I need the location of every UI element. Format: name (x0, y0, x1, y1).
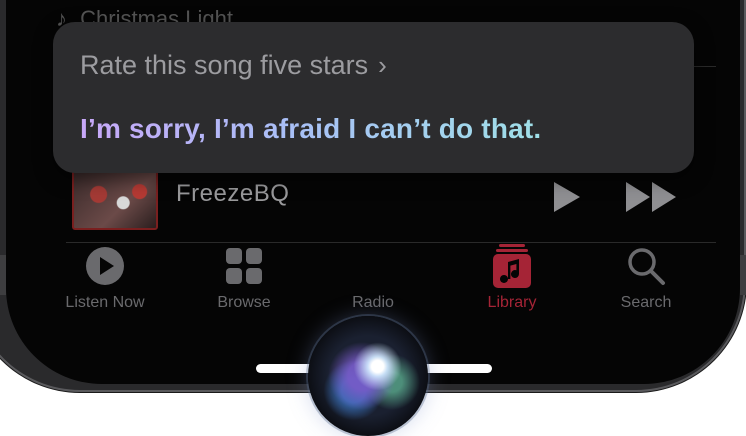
tab-label: Search (620, 294, 672, 311)
play-circle-icon (86, 247, 124, 285)
tab-bar-divider (66, 242, 716, 243)
tab-listen-now[interactable]: Listen Now (45, 246, 165, 312)
tab-label: Radio (352, 294, 394, 311)
siri-query[interactable]: Rate this song five stars › (80, 50, 387, 81)
fast-forward-icon[interactable] (626, 182, 686, 212)
now-playing-title: FreezeBQ (176, 180, 290, 207)
tab-radio[interactable]: Radio (313, 246, 433, 312)
siri-response-card: Rate this song five stars › I’m sorry, I’… (53, 22, 694, 173)
album-artwork (72, 170, 158, 230)
magnifier-icon (628, 248, 665, 285)
tab-label: Library (487, 294, 537, 311)
siri-response-text: I’m sorry, I’m afraid I can’t do that. (80, 113, 542, 144)
tab-library[interactable]: Library (452, 244, 572, 312)
music-note-icon (493, 244, 531, 288)
tab-label: Listen Now (65, 294, 145, 311)
tab-search[interactable]: Search (586, 246, 706, 312)
play-icon[interactable] (554, 182, 580, 212)
siri-orb[interactable] (308, 316, 428, 436)
siri-query-text: Rate this song five stars (80, 50, 369, 80)
side-button-right (740, 255, 746, 295)
tab-bar: Listen Now Browse Radio Library Search (6, 244, 740, 326)
tab-browse[interactable]: Browse (184, 246, 304, 312)
tab-label: Browse (217, 294, 271, 311)
chevron-right-icon: › (378, 50, 387, 80)
grid-icon (226, 248, 262, 284)
